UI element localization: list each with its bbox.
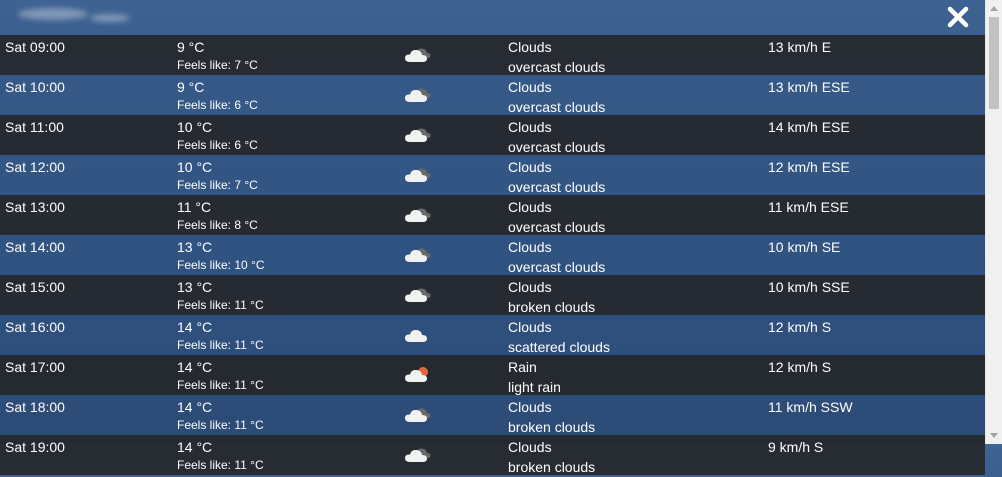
forecast-feels-like: Feels like: 7 °C [177,58,258,72]
forecast-wind: 12 km/h S [768,319,832,335]
forecast-wind: 14 km/h ESE [768,119,850,135]
forecast-description: scattered clouds [508,339,610,355]
forecast-feels-like: Feels like: 8 °C [177,218,258,232]
forecast-row: Sat 09:00 9 °C Feels like: 7 °C Clouds overc… [0,35,985,75]
forecast-condition: Clouds [508,239,552,255]
forecast-temperature: 13 °C [177,279,213,295]
forecast-description: light rain [508,379,561,395]
broken-clouds-icon [403,403,433,425]
forecast-description: overcast clouds [508,179,606,195]
forecast-time: Sat 17:00 [5,359,65,375]
forecast-wind: 13 km/h E [768,39,832,55]
overcast-clouds-icon [403,243,433,265]
forecast-time: Sat 11:00 [5,119,64,135]
overcast-clouds-icon [403,43,433,65]
overcast-clouds-icon [403,83,433,105]
forecast-condition: Clouds [508,319,552,335]
forecast-condition: Rain [508,359,537,375]
forecast-wind: 11 km/h SSW [768,399,853,415]
forecast-row: Sat 13:00 11 °C Feels like: 8 °C Clouds over… [0,195,985,235]
forecast-feels-like: Feels like: 11 °C [177,298,264,312]
forecast-time: Sat 12:00 [5,159,65,175]
forecast-feels-like: Feels like: 11 °C [177,338,264,352]
broken-clouds-icon [403,443,433,465]
forecast-condition: Clouds [508,439,552,455]
forecast-row: Sat 16:00 14 °C Feels like: 11 °C Clouds sca… [0,315,985,355]
forecast-condition: Clouds [508,199,552,215]
broken-clouds-icon [403,283,433,305]
forecast-row: Sat 11:00 10 °C Feels like: 6 °C Clouds over… [0,115,985,155]
overcast-clouds-icon [403,123,433,145]
forecast-time: Sat 10:00 [5,79,65,95]
forecast-list: Sat 09:00 9 °C Feels like: 7 °C Clouds overc… [0,35,985,475]
forecast-temperature: 10 °C [177,159,213,175]
forecast-row: Sat 17:00 14 °C Feels like: 11 °C Rain light… [0,355,985,395]
forecast-description: overcast clouds [508,219,606,235]
forecast-feels-like: Feels like: 10 °C [177,258,265,272]
forecast-row: Sat 12:00 10 °C Feels like: 7 °C Clouds over… [0,155,985,195]
forecast-time: Sat 09:00 [5,39,65,55]
close-button[interactable] [947,6,969,28]
forecast-time: Sat 14:00 [5,239,65,255]
forecast-feels-like: Feels like: 11 °C [177,418,264,432]
forecast-temperature: 9 °C [177,79,205,95]
forecast-time: Sat 13:00 [5,199,65,215]
forecast-condition: Clouds [508,159,552,175]
forecast-description: overcast clouds [508,59,606,75]
forecast-wind: 12 km/h S [768,359,832,375]
close-icon [947,6,969,28]
forecast-temperature: 9 °C [177,39,205,55]
forecast-temperature: 14 °C [177,359,213,375]
overcast-clouds-icon [403,203,433,225]
forecast-feels-like: Feels like: 7 °C [177,178,258,192]
forecast-condition: Clouds [508,79,552,95]
forecast-feels-like: Feels like: 6 °C [177,98,258,112]
forecast-wind: 9 km/h S [768,439,824,455]
background-cloud [18,8,88,20]
forecast-wind: 10 km/h SSE [768,279,850,295]
scroll-down-icon[interactable] [990,433,998,438]
forecast-time: Sat 19:00 [5,439,65,455]
forecast-description: broken clouds [508,459,596,475]
forecast-condition: Clouds [508,279,552,295]
forecast-condition: Clouds [508,39,552,55]
forecast-temperature: 10 °C [177,119,213,135]
forecast-wind: 12 km/h ESE [768,159,850,175]
forecast-temperature: 13 °C [177,239,213,255]
forecast-wind: 10 km/h SE [768,239,841,255]
forecast-feels-like: Feels like: 11 °C [177,458,264,472]
forecast-temperature: 11 °C [177,199,212,215]
light-rain-icon [403,363,433,385]
forecast-description: overcast clouds [508,259,606,275]
overcast-clouds-icon [403,163,433,185]
forecast-description: overcast clouds [508,139,606,155]
forecast-condition: Clouds [508,119,552,135]
vertical-scrollbar[interactable] [985,0,1002,444]
forecast-time: Sat 15:00 [5,279,65,295]
forecast-description: overcast clouds [508,99,606,115]
forecast-feels-like: Feels like: 11 °C [177,378,264,392]
forecast-row: Sat 18:00 14 °C Feels like: 11 °C Clouds bro… [0,395,985,435]
forecast-description: broken clouds [508,419,596,435]
forecast-feels-like: Feels like: 6 °C [177,138,258,152]
background-cloud [90,14,130,22]
scroll-thumb[interactable] [989,17,999,109]
forecast-row: Sat 14:00 13 °C Feels like: 10 °C Clouds ove… [0,235,985,275]
forecast-temperature: 14 °C [177,319,213,335]
forecast-row: Sat 10:00 9 °C Feels like: 6 °C Clouds overc… [0,75,985,115]
forecast-time: Sat 16:00 [5,319,65,335]
forecast-temperature: 14 °C [177,399,213,415]
forecast-wind: 11 km/h ESE [768,199,849,215]
forecast-time: Sat 18:00 [5,399,65,415]
forecast-wind: 13 km/h ESE [768,79,850,95]
forecast-temperature: 14 °C [177,439,213,455]
forecast-row: Sat 15:00 13 °C Feels like: 11 °C Clouds bro… [0,275,985,315]
forecast-condition: Clouds [508,399,552,415]
forecast-row: Sat 19:00 14 °C Feels like: 11 °C Clouds bro… [0,435,985,475]
scroll-up-icon[interactable] [990,6,998,11]
scattered-clouds-icon [403,323,433,345]
forecast-description: broken clouds [508,299,596,315]
